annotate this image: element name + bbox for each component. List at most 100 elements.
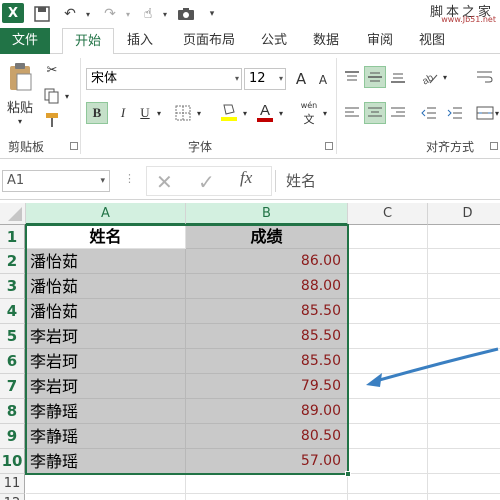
row-header-10[interactable]: 10 [0,449,25,474]
font-size-dropdown[interactable]: 12 ▾ [244,68,286,90]
italic-button[interactable]: I [114,102,132,124]
orientation-icon[interactable]: ab [418,66,440,88]
cell-d1[interactable] [428,225,500,249]
cell-d3[interactable] [428,274,500,299]
formula-bar-grip-icon[interactable]: ⋮ [124,172,135,185]
fill-color-dropdown-icon[interactable]: ▾ [240,102,250,124]
cell-c1[interactable] [348,225,428,249]
phonetic-guide-button[interactable]: wén [296,98,322,112]
cell-d2[interactable] [428,249,500,274]
align-left-icon[interactable] [342,102,362,124]
enter-icon[interactable]: ✓ [198,170,215,194]
redo-dropdown-icon[interactable]: ▾ [118,4,138,24]
column-header-b[interactable]: B [186,203,348,225]
cell-c3[interactable] [348,274,428,299]
cell-d10[interactable] [428,449,500,474]
insert-function-button[interactable]: fx [240,168,252,188]
camera-icon[interactable] [176,4,196,24]
tab-view[interactable]: 视图 [410,28,454,54]
row-header-5[interactable]: 5 [0,324,25,349]
column-header-c[interactable]: C [348,203,428,225]
font-color-dropdown-icon[interactable]: ▾ [276,102,286,124]
tab-data[interactable]: 数据 [304,28,348,54]
undo-dropdown-icon[interactable]: ▾ [78,4,98,24]
copy-dropdown-icon[interactable]: ▾ [62,86,72,106]
align-bottom-icon[interactable] [388,66,408,88]
bold-button[interactable]: B [86,102,108,124]
phonetic-dropdown-icon[interactable]: ▾ [320,102,330,124]
cell-a12[interactable] [26,494,186,500]
cell-d4[interactable] [428,299,500,324]
cell-c12[interactable] [348,494,428,500]
merge-center-icon[interactable] [474,102,496,124]
paste-dropdown-icon[interactable]: ▾ [12,116,28,126]
row-header-1[interactable]: 1 [0,225,25,249]
row-header-7[interactable]: 7 [0,374,25,399]
row-header-3[interactable]: 3 [0,274,25,299]
tab-insert[interactable]: 插入 [118,28,162,54]
row-header-12[interactable]: 12 [0,494,25,500]
tab-formulas[interactable]: 公式 [252,28,296,54]
format-painter-icon[interactable] [42,110,62,130]
orientation-dropdown-icon[interactable]: ▾ [440,66,450,88]
fill-color-button[interactable] [218,100,240,124]
row-header-9[interactable]: 9 [0,424,25,449]
cell-d8[interactable] [428,399,500,424]
column-header-d[interactable]: D [428,203,500,225]
cell-c8[interactable] [348,399,428,424]
underline-dropdown-icon[interactable]: ▾ [154,102,164,124]
tab-home[interactable]: 开始 [62,28,114,55]
merge-dropdown-icon[interactable]: ▾ [494,102,500,124]
row-header-6[interactable]: 6 [0,349,25,374]
tab-review[interactable]: 审阅 [358,28,402,54]
underline-button[interactable]: U [136,102,154,124]
grow-font-button[interactable]: A [292,68,310,90]
align-center-icon[interactable] [364,102,386,124]
cell-c4[interactable] [348,299,428,324]
cell-c2[interactable] [348,249,428,274]
cell-c9[interactable] [348,424,428,449]
tab-file[interactable]: 文件 [0,28,50,54]
shrink-font-button[interactable]: A [314,70,332,90]
cell-b12[interactable] [186,494,348,500]
paste-button[interactable]: 粘贴 [4,98,36,116]
align-middle-icon[interactable] [364,66,386,88]
align-right-icon[interactable] [388,102,408,124]
increase-indent-icon[interactable] [444,102,466,124]
cell-d12[interactable] [428,494,500,500]
row-header-11[interactable]: 11 [0,474,25,494]
wrap-text-icon[interactable] [474,66,496,88]
borders-icon[interactable] [172,102,194,124]
font-color-button[interactable]: A [254,100,276,124]
column-header-a[interactable]: A [26,203,186,225]
customize-qat-icon[interactable]: ▾ [202,4,222,24]
touch-dropdown-icon[interactable]: ▾ [155,4,175,24]
cell-d11[interactable] [428,474,500,494]
row-header-4[interactable]: 4 [0,299,25,324]
font-launcher-icon[interactable] [325,142,333,150]
select-all-corner[interactable] [0,203,26,225]
cell-c10[interactable] [348,449,428,474]
alignment-launcher-icon[interactable] [490,142,498,150]
name-box[interactable]: A1 ▾ [2,170,110,192]
tab-page-layout[interactable]: 页面布局 [170,28,248,54]
clipboard-launcher-icon[interactable] [70,142,78,150]
paste-icon[interactable] [4,60,36,94]
font-name-dropdown[interactable]: 宋体 ▾ [86,68,242,90]
cell-b11[interactable] [186,474,348,494]
row-header-2[interactable]: 2 [0,249,25,274]
row-header-8[interactable]: 8 [0,399,25,424]
undo-icon[interactable]: ↶ [60,4,80,24]
copy-icon[interactable] [42,86,62,106]
save-icon[interactable] [32,4,52,24]
decrease-indent-icon[interactable] [418,102,440,124]
cell-d9[interactable] [428,424,500,449]
formula-input[interactable]: 姓名 [275,170,500,192]
cut-icon[interactable]: ✂ [42,60,62,80]
cell-a11[interactable] [26,474,186,494]
borders-dropdown-icon[interactable]: ▾ [194,102,204,124]
cancel-icon[interactable]: ✕ [156,170,173,194]
cell-c11[interactable] [348,474,428,494]
redo-icon[interactable]: ↷ [100,4,120,24]
fill-handle[interactable] [345,471,351,477]
